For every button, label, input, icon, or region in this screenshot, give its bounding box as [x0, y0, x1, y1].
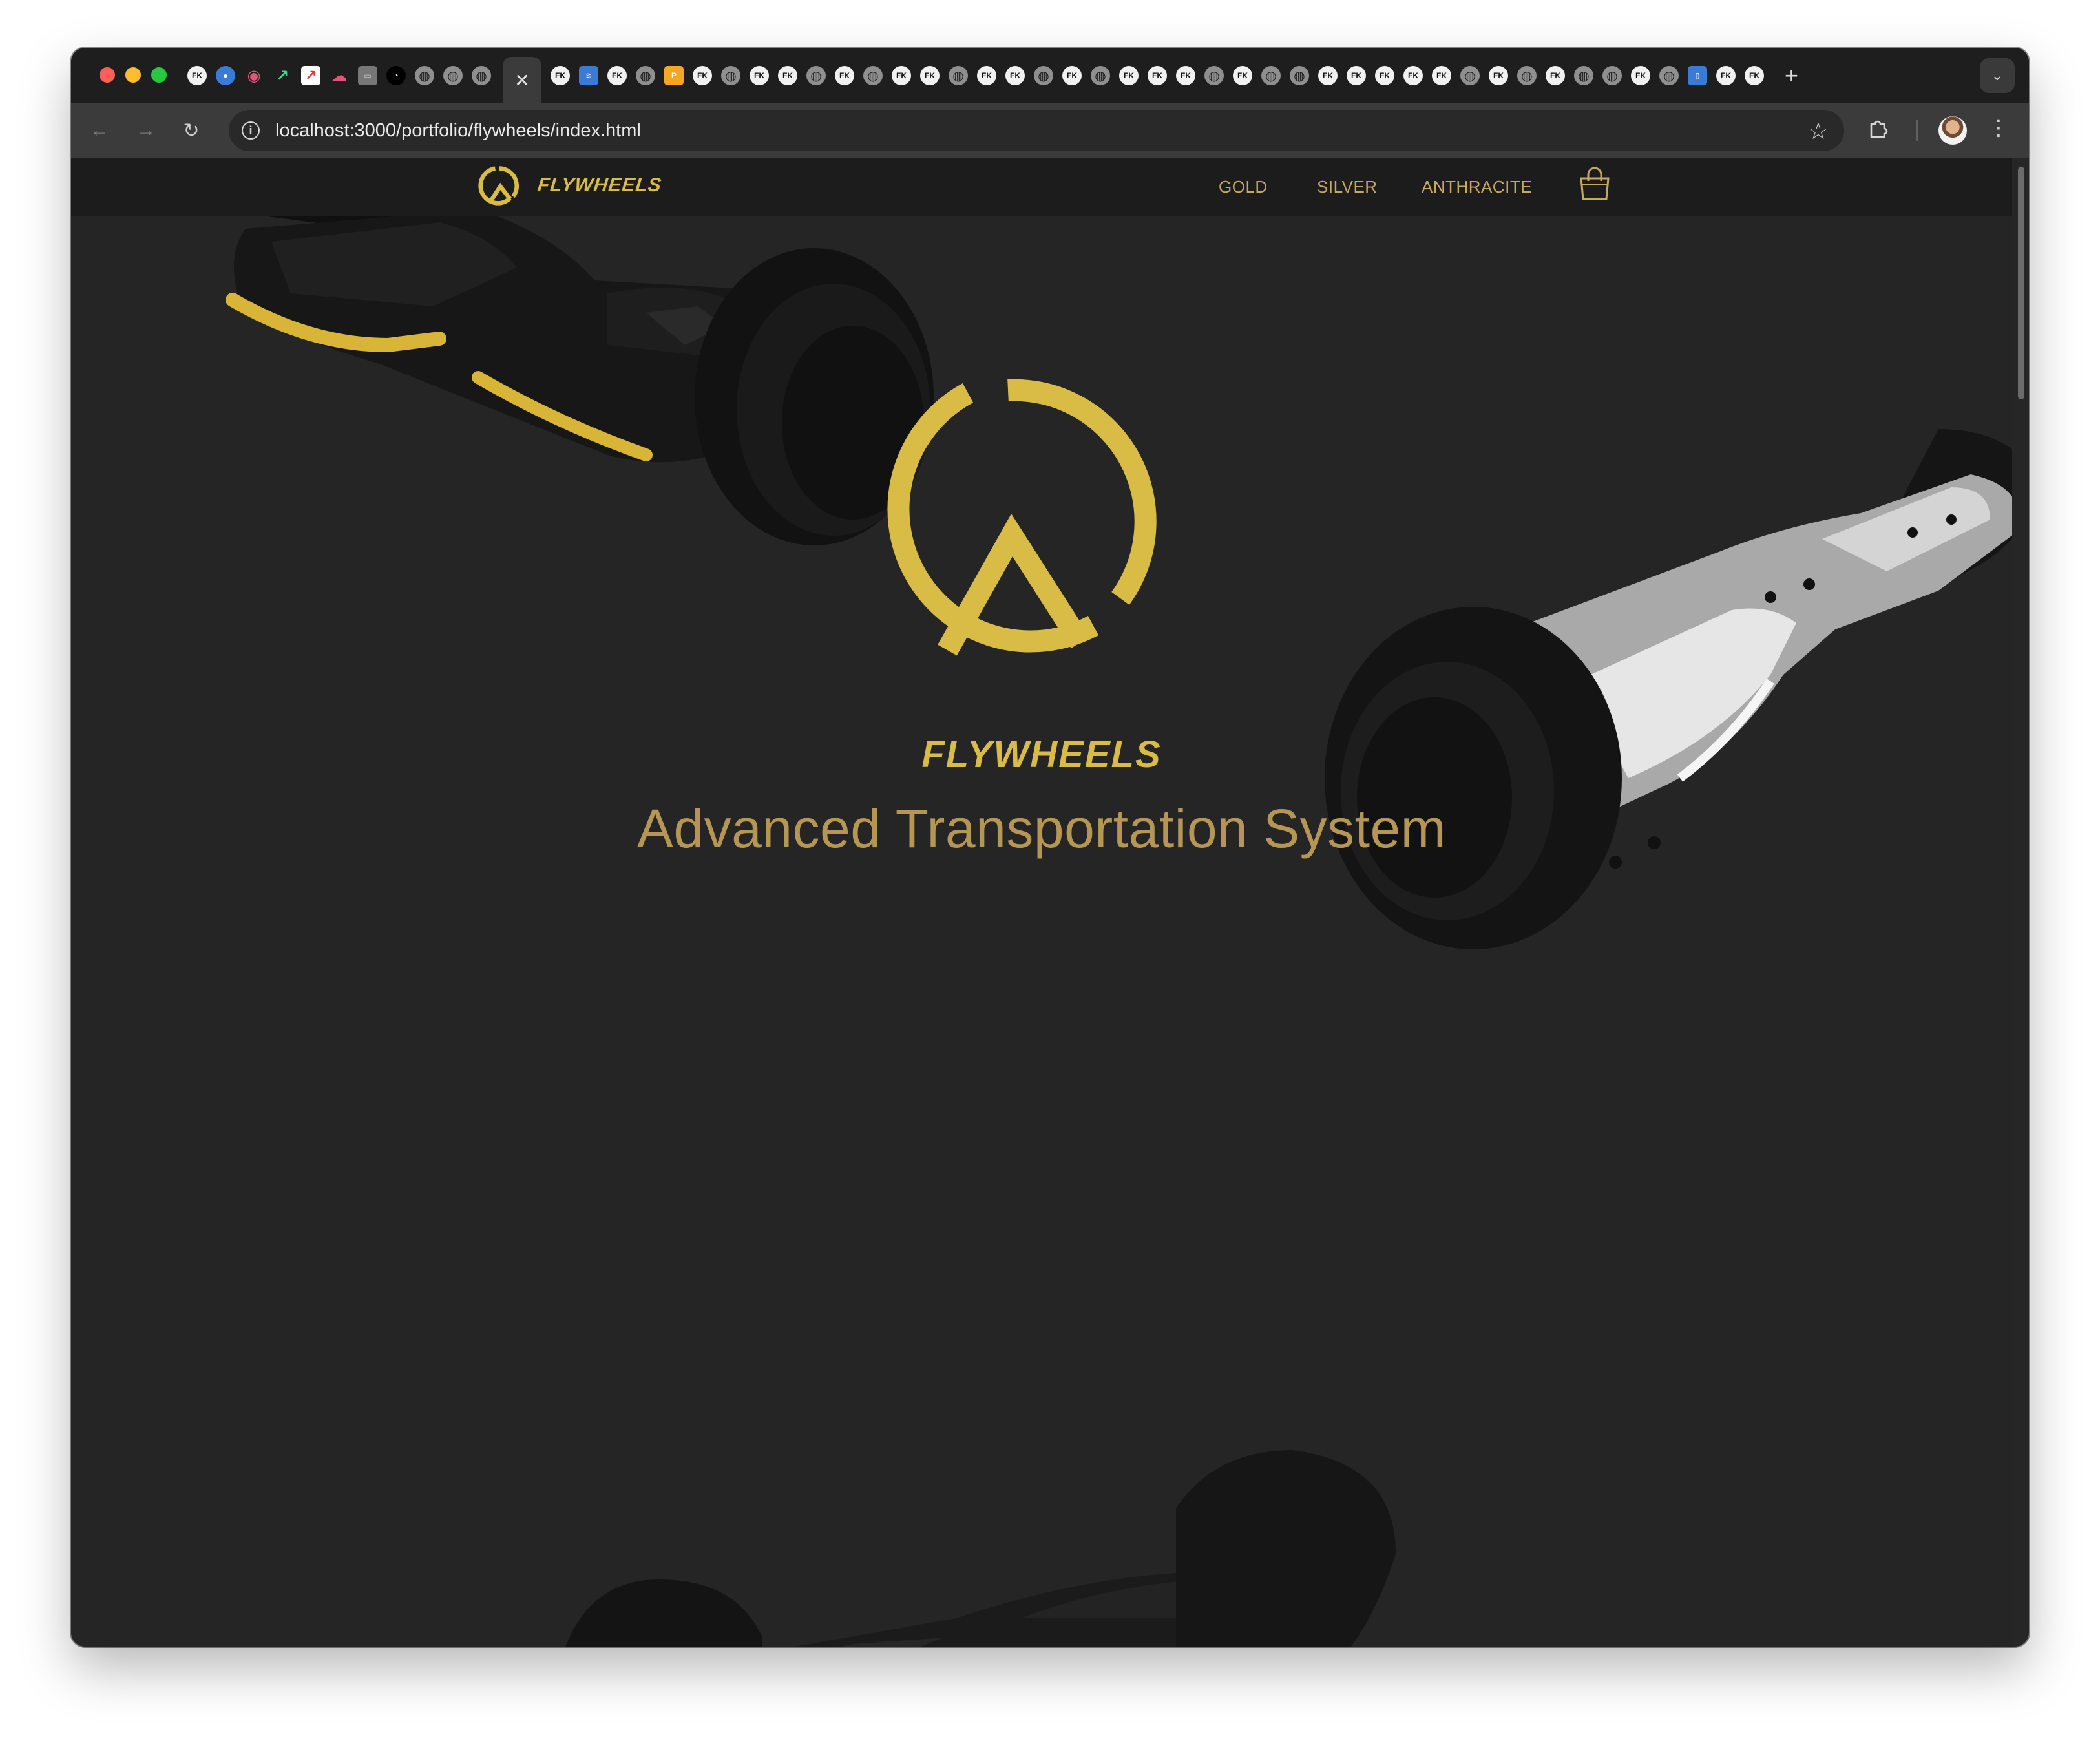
tab-favicon[interactable]: ▯	[1688, 66, 1707, 85]
tab-favicon[interactable]: ◍	[721, 66, 740, 85]
nav-brand-wordmark[interactable]: FLYWHEELS	[536, 174, 662, 196]
tab-favicon[interactable]: ◍	[1290, 66, 1309, 85]
tab-favicon[interactable]: FK	[1716, 66, 1736, 85]
browser-menu-icon[interactable]: ⋮	[1988, 115, 2010, 141]
tab-favicon[interactable]: FK	[835, 66, 854, 85]
tab-favicon[interactable]: ●	[216, 66, 235, 85]
tab-favicon[interactable]: FK	[1631, 66, 1650, 85]
tab-favicon[interactable]: ◍	[949, 66, 968, 85]
browser-window: FK ● ◉ ↗ ↗ ☁ ▭ ◔ ◍ ◍ ◍ ✕ FK ≋ FK ◍ P FK …	[71, 48, 2029, 1647]
minimize-window-button[interactable]	[125, 67, 141, 83]
tab-favicon[interactable]: FK	[1375, 66, 1394, 85]
hero-brand-wordmark: FLYWHEELS	[921, 733, 1162, 776]
new-tab-button[interactable]: +	[1785, 64, 1798, 87]
tab-favicon[interactable]: FK	[551, 66, 570, 85]
tab-favicon[interactable]: ◉	[244, 66, 264, 85]
tab-favicon[interactable]: FK	[187, 66, 207, 85]
tab-favicon[interactable]: FK	[1432, 66, 1451, 85]
tab-favicon[interactable]: ◍	[1517, 66, 1537, 85]
tab-favicon[interactable]: FK	[1148, 66, 1167, 85]
tab-favicon[interactable]: ↗	[273, 66, 292, 85]
tab-favicon[interactable]: FK	[1233, 66, 1252, 85]
nav-link-anthracite[interactable]: ANTHRACITE	[1422, 177, 1532, 197]
tab-favicon[interactable]: ☁	[330, 66, 349, 85]
tab-favicon[interactable]: ◍	[1659, 66, 1679, 85]
tab-favicon[interactable]: P	[664, 66, 684, 85]
page-scrollbar[interactable]	[2012, 158, 2029, 1647]
tab-favicon[interactable]: ◍	[806, 66, 826, 85]
tab-favicon[interactable]: FK	[778, 66, 797, 85]
scrollbar-thumb[interactable]	[2018, 167, 2024, 399]
tab-favicon[interactable]: ◔	[386, 66, 406, 85]
site-navbar: FLYWHEELS GOLD SILVER ANTHRACITE	[71, 158, 2012, 216]
active-tab-close-button[interactable]: ✕	[503, 57, 541, 103]
url-text[interactable]: localhost:3000/portfolio/flywheels/index…	[275, 120, 641, 142]
hero-circle-peak-logo-icon	[887, 379, 1157, 656]
gold-hoverboard-image	[213, 158, 934, 545]
tab-favicon[interactable]: ◍	[636, 66, 655, 85]
tab-favicon[interactable]: FK	[693, 66, 712, 85]
tab-favicon[interactable]: ◍	[1204, 66, 1224, 85]
reload-icon[interactable]: ↻	[177, 116, 205, 145]
hero-tagline: Advanced Transportation System	[636, 798, 1447, 859]
nav-link-gold[interactable]: GOLD	[1219, 177, 1268, 197]
tab-favicon[interactable]: FK	[892, 66, 911, 85]
tab-favicon[interactable]: ◍	[1574, 66, 1593, 85]
tab-favicon[interactable]: ≋	[579, 66, 598, 85]
close-window-button[interactable]	[100, 67, 115, 83]
tab-favicon[interactable]: ↗	[301, 66, 320, 85]
tab-favicon[interactable]: ▭	[358, 66, 377, 85]
tab-search-button[interactable]: ⌄	[1980, 58, 2015, 93]
toolbar-divider	[1916, 120, 1918, 141]
back-arrow-icon[interactable]: ←	[85, 116, 114, 145]
silver-hoverboard-image	[1325, 429, 2012, 949]
shopping-bag-icon[interactable]	[1578, 165, 1612, 202]
tab-favicon[interactable]: ◍	[1460, 66, 1480, 85]
site-info-icon[interactable]: i	[242, 121, 260, 140]
nav-link-silver[interactable]: SILVER	[1317, 177, 1378, 197]
tab-favicon[interactable]: ◍	[472, 66, 491, 85]
tab-favicon[interactable]: FK	[1005, 66, 1025, 85]
tab-favicon[interactable]: FK	[1489, 66, 1508, 85]
avatar[interactable]	[1938, 116, 1967, 145]
tab-favicon[interactable]: ◍	[415, 66, 434, 85]
tab-favicon[interactable]: ◍	[1261, 66, 1281, 85]
bookmark-star-icon[interactable]: ☆	[1808, 118, 1829, 145]
tab-favicon[interactable]: ◍	[1091, 66, 1110, 85]
forward-arrow-icon[interactable]: →	[132, 116, 160, 145]
tab-favicon[interactable]: FK	[920, 66, 940, 85]
tab-favicon[interactable]: FK	[977, 66, 996, 85]
tab-favicon[interactable]: FK	[1176, 66, 1195, 85]
tab-favicon[interactable]: ◍	[1034, 66, 1053, 85]
browser-toolbar: ← → ↻ i localhost:3000/portfolio/flywhee…	[71, 103, 2029, 158]
tab-favicon[interactable]: FK	[1119, 66, 1139, 85]
tab-list: FK ● ◉ ↗ ↗ ☁ ▭ ◔ ◍ ◍ ◍ ✕ FK ≋ FK ◍ P FK …	[187, 48, 1798, 103]
tab-favicon[interactable]: FK	[1318, 66, 1338, 85]
tab-favicon[interactable]: FK	[1347, 66, 1366, 85]
tab-favicon[interactable]: FK	[1062, 66, 1082, 85]
tab-strip: FK ● ◉ ↗ ↗ ☁ ▭ ◔ ◍ ◍ ◍ ✕ FK ≋ FK ◍ P FK …	[71, 48, 2029, 103]
tab-favicon[interactable]: FK	[750, 66, 769, 85]
tab-favicon[interactable]: ◍	[1602, 66, 1622, 85]
puzzle-icon[interactable]	[1867, 118, 1889, 140]
tab-favicon[interactable]: FK	[1745, 66, 1764, 85]
tab-favicon[interactable]: ◍	[863, 66, 883, 85]
circle-peak-logo-icon[interactable]	[478, 164, 521, 207]
tab-favicon[interactable]: FK	[1546, 66, 1565, 85]
address-bar[interactable]: i localhost:3000/portfolio/flywheels/ind…	[229, 110, 1844, 151]
page-viewport: FLYWHEELS GOLD SILVER ANTHRACITE FLYWHEE…	[71, 158, 2012, 1647]
tab-favicon[interactable]: ◍	[443, 66, 463, 85]
anthracite-hoverboard-image	[565, 1450, 1396, 1647]
zoom-window-button[interactable]	[151, 67, 167, 83]
tab-favicon[interactable]: FK	[607, 66, 627, 85]
tab-favicon[interactable]: FK	[1403, 66, 1423, 85]
